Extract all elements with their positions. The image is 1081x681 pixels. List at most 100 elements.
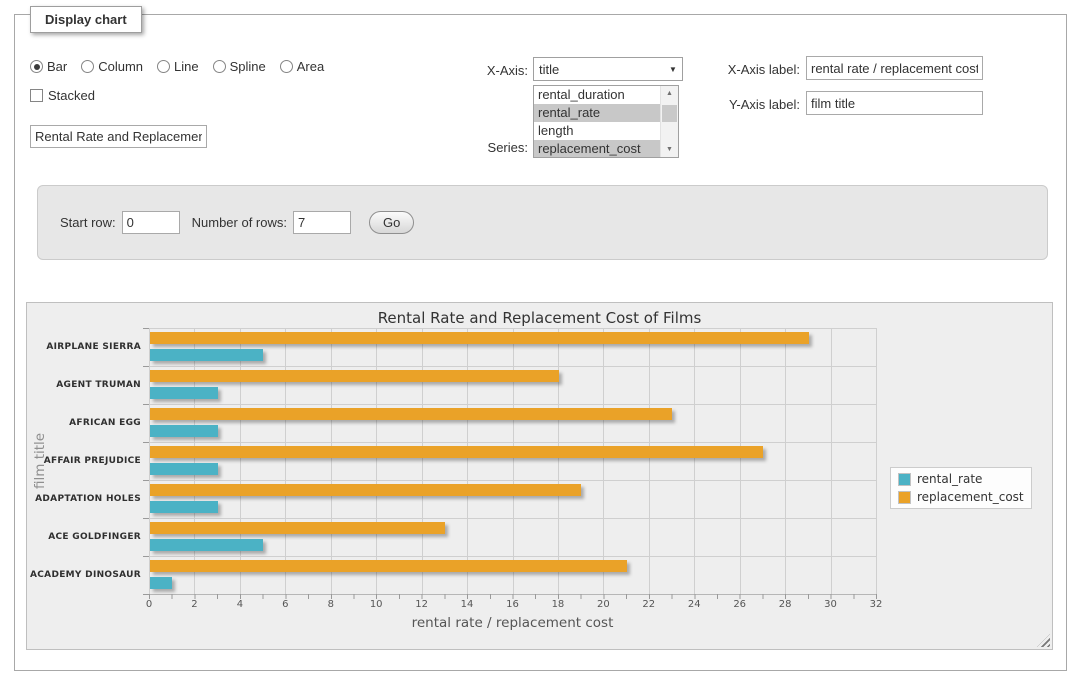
radio-icon[interactable] [280,60,293,73]
chart-type-label: Column [98,59,143,74]
x-tick-label: 2 [179,599,209,610]
chart-title-input[interactable] [30,125,207,148]
x-axis-title: rental rate / replacement cost [149,615,876,631]
resize-grip-icon[interactable] [1037,634,1050,647]
y-axis-tick [143,480,149,481]
chart-type-label: Spline [230,59,266,74]
series-option-rental_rate[interactable]: rental_rate [534,104,660,122]
num-rows-input[interactable] [293,211,351,234]
y-axis-tick [143,518,149,519]
bar-replacement_cost [150,446,763,458]
radio-icon[interactable] [213,60,226,73]
y-axis-tick [143,328,149,329]
chart-type-option-area[interactable]: Area [280,59,324,74]
x-axis-select-label: X-Axis: [430,63,528,78]
x-tick-label: 0 [134,599,164,610]
radio-icon[interactable] [157,60,170,73]
radio-icon[interactable] [81,60,94,73]
gridline-horizontal [149,518,876,519]
y-axis-tick [143,556,149,557]
x-axis-label-input[interactable] [806,56,983,80]
y-axis-tick [143,404,149,405]
gridline-vertical [149,328,150,594]
gridline-vertical [649,328,650,594]
x-tick-label: 16 [498,599,528,610]
x-axis-select-value: title [534,62,664,77]
page: Display chart Bar Column Line Spline Area St… [0,0,1081,681]
x-tick-label: 22 [634,599,664,610]
radio-icon[interactable] [30,60,43,73]
bar-replacement_cost [150,522,445,534]
bar-rental_rate [150,425,218,437]
scrollbar-thumb[interactable] [662,105,677,122]
x-tick-label: 24 [679,599,709,610]
gridline-vertical [603,328,604,594]
gridline-vertical [831,328,832,594]
num-rows-label: Number of rows: [192,215,287,230]
chart-type-label: Line [174,59,199,74]
chart-type-option-spline[interactable]: Spline [213,59,266,74]
y-axis-title: film title [31,328,49,594]
gridline-vertical [376,328,377,594]
bar-replacement_cost [150,484,581,496]
gridline-vertical [467,328,468,594]
x-axis-label-label: X-Axis label: [700,62,800,77]
gridline-horizontal [149,328,876,329]
chevron-down-icon: ▼ [664,65,682,74]
scroll-down-icon[interactable]: ▼ [661,142,678,157]
y-axis-label-label: Y-Axis label: [700,97,800,112]
gridline-vertical [422,328,423,594]
stacked-checkbox[interactable] [30,89,43,102]
gridline-vertical [694,328,695,594]
legend-entry-rental_rate: rental_rate [898,472,1024,486]
gridline-vertical [740,328,741,594]
x-tick-label: 30 [816,599,846,610]
chart-type-label: Area [297,59,324,74]
bar-rental_rate [150,349,263,361]
gridline-vertical [785,328,786,594]
chart-legend: rental_rate replacement_cost [890,467,1032,509]
stacked-checkbox-row[interactable]: Stacked [30,88,95,103]
gridline-vertical [331,328,332,594]
x-tick-label: 14 [452,599,482,610]
series-listbox-scrollbar[interactable]: ▲ ▼ [660,86,678,157]
go-button[interactable]: Go [369,211,414,234]
bar-replacement_cost [150,408,672,420]
x-tick-label: 6 [270,599,300,610]
series-option-length[interactable]: length [534,122,660,140]
fieldset-legend: Display chart [30,6,142,33]
bar-rental_rate [150,387,218,399]
series-listbox[interactable]: rental_durationrental_ratelengthreplacem… [533,85,679,158]
series-option-rental_duration[interactable]: rental_duration [534,86,660,104]
chart-type-option-column[interactable]: Column [81,59,143,74]
chart-type-label: Bar [47,59,67,74]
gridline-horizontal [149,366,876,367]
x-tick-label: 4 [225,599,255,610]
gridline-horizontal [149,442,876,443]
gridline-vertical [285,328,286,594]
legend-entry-replacement_cost: replacement_cost [898,490,1024,504]
bar-rental_rate [150,539,263,551]
y-axis-tick [143,442,149,443]
start-row-input[interactable] [122,211,180,234]
chart-container: Rental Rate and Replacement Cost of Film… [26,302,1053,650]
gridline-vertical [558,328,559,594]
gridline-horizontal [149,404,876,405]
bar-replacement_cost [150,370,559,382]
x-axis-select[interactable]: title ▼ [533,57,683,81]
y-axis-label-input[interactable] [806,91,983,115]
legend-entry-label: rental_rate [917,472,982,486]
bar-rental_rate [150,501,218,513]
chart-title: Rental Rate and Replacement Cost of Film… [27,309,1052,327]
x-tick-label: 18 [543,599,573,610]
gridline-horizontal [149,480,876,481]
gridline-vertical [876,328,877,594]
x-tick-label: 20 [588,599,618,610]
plot-area [149,328,876,594]
chart-type-option-bar[interactable]: Bar [30,59,67,74]
x-tick-label: 26 [725,599,755,610]
x-tick-label: 10 [361,599,391,610]
chart-type-option-line[interactable]: Line [157,59,199,74]
series-option-replacement_cost[interactable]: replacement_cost [534,140,660,157]
scroll-up-icon[interactable]: ▲ [661,86,678,101]
